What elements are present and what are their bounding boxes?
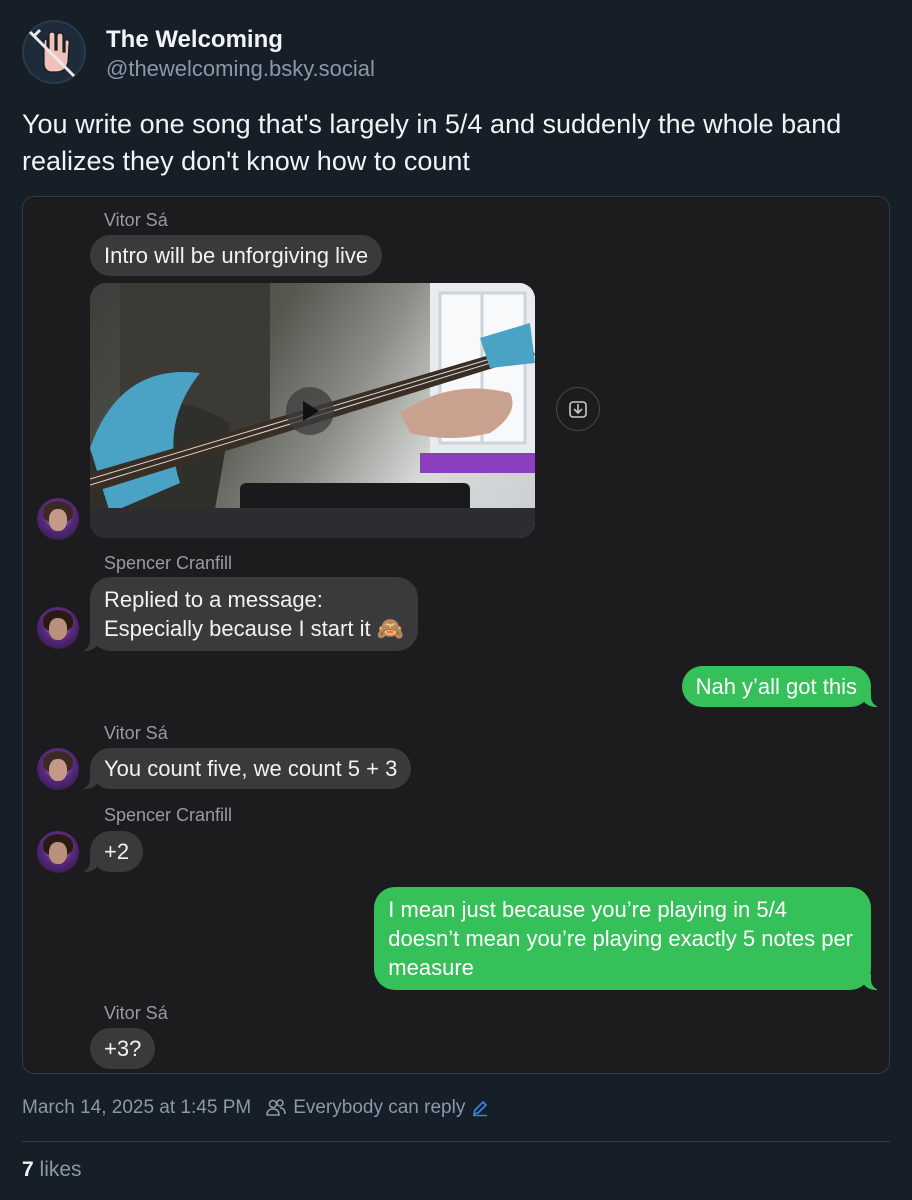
save-download-icon bbox=[569, 401, 587, 418]
video-thumbnail[interactable] bbox=[90, 283, 535, 538]
message-bubble: You count five, we count 5 + 3 bbox=[77, 748, 412, 789]
avatar-spencer[interactable] bbox=[37, 831, 79, 873]
people-icon bbox=[266, 1099, 286, 1116]
likes-label: likes bbox=[39, 1158, 82, 1181]
message-line: measure bbox=[388, 955, 474, 980]
pencil-icon[interactable] bbox=[471, 1099, 489, 1117]
message-bubble: +2 bbox=[77, 831, 144, 872]
avatar-vitor[interactable] bbox=[37, 748, 79, 790]
sender-name: Spencer Cranfill bbox=[104, 553, 233, 573]
reply-text: Especially because I start it 🙈 bbox=[104, 616, 405, 641]
sender-name: Spencer Cranfill bbox=[104, 805, 233, 825]
sender-name: Vitor Sá bbox=[104, 723, 168, 743]
post-timestamp[interactable]: March 14, 2025 at 1:45 PM bbox=[22, 1097, 251, 1119]
sender-name: Vitor Sá bbox=[104, 1003, 168, 1023]
avatar-vitor[interactable] bbox=[37, 498, 79, 540]
hand-knife-logo-icon bbox=[24, 22, 84, 82]
message-bubble: +3? bbox=[90, 1028, 156, 1069]
play-button[interactable] bbox=[286, 387, 334, 435]
reply-setting[interactable]: Everybody can reply bbox=[293, 1097, 465, 1119]
post-text: You write one song that's largely in 5/4… bbox=[22, 109, 842, 176]
profile-avatar[interactable] bbox=[22, 20, 86, 84]
message-bubble-outgoing: I mean just because you’re playing in 5/… bbox=[374, 887, 883, 990]
author-handle[interactable]: @thewelcoming.bsky.social bbox=[106, 54, 375, 84]
author-display-name[interactable]: The Welcoming bbox=[106, 26, 375, 54]
reply-label: Replied to a message: bbox=[104, 587, 323, 612]
message-bubble: Replied to a message: Especially because… bbox=[77, 577, 419, 651]
message-line: I mean just because you’re playing in 5/… bbox=[388, 897, 787, 922]
post-meta: March 14, 2025 at 1:45 PM Everybody can … bbox=[22, 1097, 489, 1119]
post-header: The Welcoming @thewelcoming.bsky.social bbox=[22, 20, 375, 84]
message-line: doesn’t mean you’re playing exactly 5 no… bbox=[388, 926, 853, 951]
save-video-button[interactable] bbox=[556, 387, 600, 431]
message-bubble-outgoing: Nah y’all got this bbox=[681, 666, 884, 707]
post-image-embed[interactable]: Vitor Sá Intro will be unforgiving live bbox=[22, 196, 890, 1074]
play-icon bbox=[303, 401, 319, 421]
divider bbox=[22, 1141, 890, 1142]
likes-count: 7 bbox=[22, 1158, 34, 1181]
message-bubble: Intro will be unforgiving live bbox=[90, 235, 383, 276]
likes-count-link[interactable]: 7 likes bbox=[22, 1158, 82, 1182]
avatar-spencer[interactable] bbox=[37, 607, 79, 649]
sender-name: Vitor Sá bbox=[104, 210, 168, 230]
